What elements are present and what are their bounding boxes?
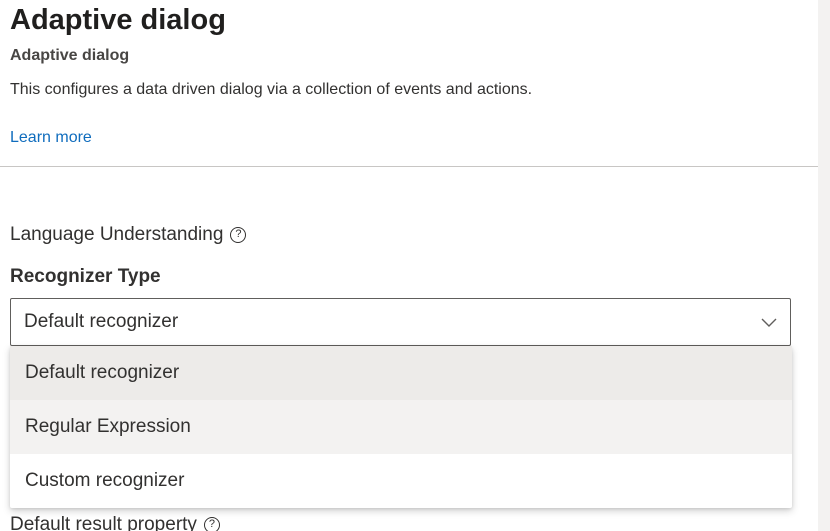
menu-item-regular-expression[interactable]: Regular Expression [10,400,792,454]
help-icon[interactable]: ? [203,517,220,531]
recognizer-type-menu: Default recognizer Regular Expression Cu… [10,346,792,508]
learn-more-link[interactable]: Learn more [10,129,92,147]
dropdown-selected-value: Default recognizer [24,311,179,332]
properties-panel: Adaptive dialog Adaptive dialog This con… [0,0,830,531]
recognizer-type-label: Recognizer Type [10,266,161,287]
vertical-scrollbar[interactable] [818,0,830,531]
page-description: This configures a data driven dialog via… [10,81,533,98]
page-title: Adaptive dialog [10,4,226,36]
chevron-down-icon [761,318,777,327]
language-understanding-label: Language Understanding ? [10,224,247,246]
next-field-label-text: Default result property [10,514,197,531]
page-subtitle: Adaptive dialog [10,47,130,64]
recognizer-type-dropdown[interactable]: Default recognizer [10,298,791,346]
menu-item-custom-recognizer[interactable]: Custom recognizer [10,454,792,508]
default-result-property-label: Default result property ? [10,514,220,531]
header-divider [0,166,818,167]
section-label-text: Language Understanding [10,224,224,245]
help-icon[interactable]: ? [230,227,247,243]
menu-item-default-recognizer[interactable]: Default recognizer [10,346,792,400]
